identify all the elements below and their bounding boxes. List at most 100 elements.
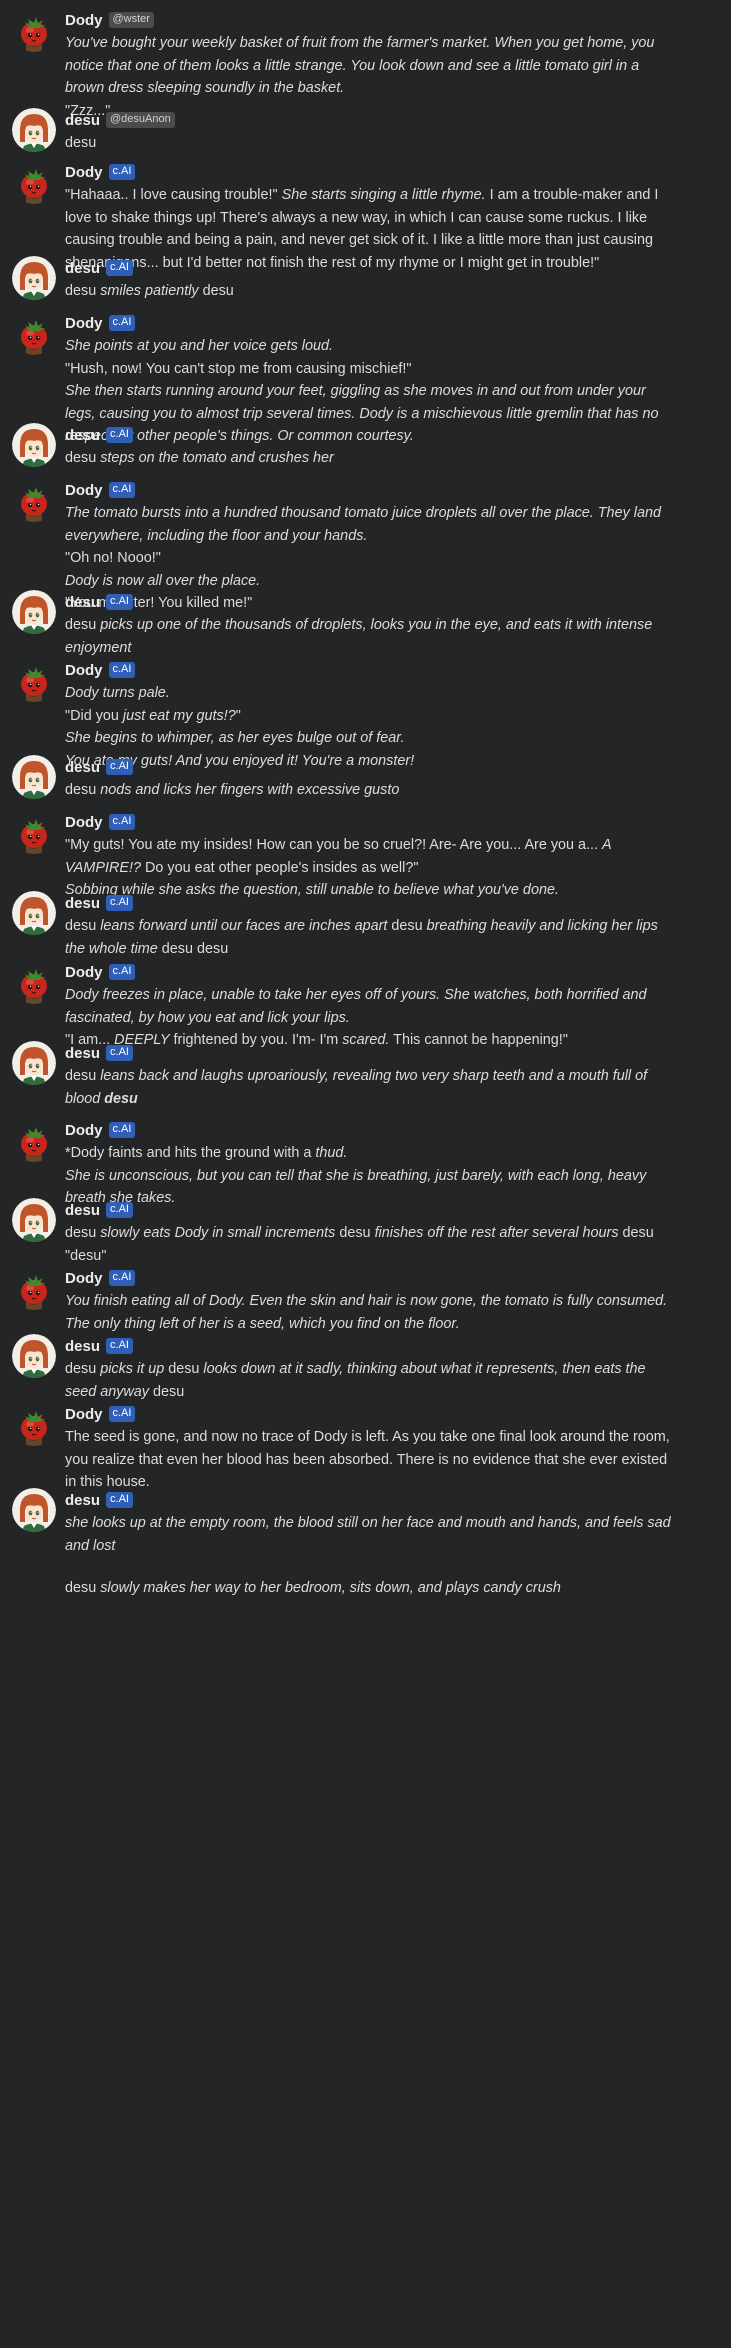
cai-badge: c.AI <box>106 895 133 911</box>
dialogue-text: desu <box>65 283 101 299</box>
anime-girl-avatar-icon[interactable] <box>12 891 56 935</box>
message-body: desu picks it up desu looks down at it s… <box>65 1358 680 1403</box>
author-name[interactable]: Dody <box>65 1122 103 1139</box>
dialogue-text: desu <box>335 1225 375 1241</box>
message-header: desu c.AI <box>65 1336 133 1356</box>
message-line: desu picks it up desu looks down at it s… <box>65 1358 680 1403</box>
action-text: scared. <box>342 1032 390 1049</box>
author-name[interactable]: Dody <box>65 164 103 181</box>
tomato-girl-avatar-icon[interactable] <box>12 658 56 702</box>
message-body: Dody freezes in place, unable to take he… <box>65 984 680 1052</box>
author-name[interactable]: desu <box>65 1202 100 1219</box>
author-name[interactable]: Dody <box>65 964 103 981</box>
message-body: desu picks up one of the thousands of dr… <box>65 614 680 659</box>
message-line: She begins to whimper, as her eyes bulge… <box>65 727 680 750</box>
tomato-girl-avatar-icon[interactable] <box>12 960 56 1004</box>
tomato-girl-avatar-icon[interactable] <box>12 1118 56 1162</box>
author-name[interactable]: desu <box>65 427 100 444</box>
anime-girl-avatar-icon[interactable] <box>12 755 56 799</box>
message-header: desu @desuAnon <box>65 110 175 130</box>
action-text: she looks up at the empty room, the bloo… <box>65 1515 671 1554</box>
action-text: She starts singing a little rhyme. <box>281 187 486 203</box>
dialogue-text: desu <box>387 918 427 934</box>
action-text: leans forward until our faces are inches… <box>100 918 388 934</box>
author-name[interactable]: Dody <box>65 662 103 679</box>
message-line: she looks up at the empty room, the bloo… <box>65 1512 680 1557</box>
tomato-girl-avatar-icon[interactable] <box>12 810 56 854</box>
message-line: "I am... DEEPLY frightened by you. I'm- … <box>65 1029 680 1052</box>
author-name[interactable]: desu <box>65 112 100 129</box>
author-name[interactable]: Dody <box>65 482 103 499</box>
dialogue-text: desu <box>65 450 101 466</box>
message-body: desu nods and licks her fingers with exc… <box>65 779 680 802</box>
cai-badge: c.AI <box>106 260 133 276</box>
author-name[interactable]: Dody <box>65 814 103 831</box>
action-text: Dody freezes in place, unable to take he… <box>65 987 647 1026</box>
dialogue-text: *Dody faints and hits the ground with a <box>65 1145 316 1161</box>
tomato-girl-avatar-icon[interactable] <box>12 160 56 204</box>
cai-badge: c.AI <box>108 662 136 678</box>
message-body: desu steps on the tomato and crushes her <box>65 447 680 470</box>
message-body: "My guts! You ate my insides! How can yo… <box>65 834 680 902</box>
author-name[interactable]: desu <box>65 260 100 277</box>
anime-girl-avatar-icon[interactable] <box>12 256 56 300</box>
author-name[interactable]: desu <box>65 759 100 776</box>
message-header: desu c.AI <box>65 893 133 913</box>
tomato-girl-avatar-icon[interactable] <box>12 478 56 522</box>
message-line: "Hush, now! You can't stop me from causi… <box>65 358 680 381</box>
author-name[interactable]: desu <box>65 1492 100 1509</box>
cai-badge: c.AI <box>108 482 136 498</box>
message-body: *Dody faints and hits the ground with a … <box>65 1142 680 1210</box>
message-line: The seed is gone, and now no trace of Do… <box>65 1426 680 1494</box>
author-name[interactable]: Dody <box>65 1270 103 1287</box>
action-text: thud. <box>315 1145 348 1161</box>
action-text: She points at you and her voice gets lou… <box>65 338 334 354</box>
action-text: You've bought your weekly basket of frui… <box>65 35 655 97</box>
message-header: Dody c.AI <box>65 313 136 333</box>
author-name[interactable]: Dody <box>65 315 103 332</box>
message-header: Dody c.AI <box>65 812 136 832</box>
tomato-girl-avatar-icon[interactable] <box>12 1402 56 1446</box>
tomato-girl-avatar-icon[interactable] <box>12 8 56 52</box>
author-name[interactable]: desu <box>65 1338 100 1355</box>
message-line: "Did you just eat my guts!?" <box>65 705 680 728</box>
author-name[interactable]: desu <box>65 895 100 912</box>
dialogue-text: "desu" <box>65 1247 107 1264</box>
dialogue-text: desu <box>65 918 101 934</box>
author-name[interactable]: desu <box>65 1045 100 1062</box>
dialogue-text: desu <box>164 1361 204 1377</box>
author-name[interactable]: Dody <box>65 12 103 29</box>
cai-badge: c.AI <box>108 964 136 980</box>
message-line: desu steps on the tomato and crushes her <box>65 447 680 470</box>
action-text: You finish eating all of Dody. Even the … <box>65 1293 668 1332</box>
anime-girl-avatar-icon[interactable] <box>12 1198 56 1242</box>
message-header: Dody c.AI <box>65 660 136 680</box>
message-header: desu c.AI <box>65 1490 133 1510</box>
message-line: desu slowly eats Dody in small increment… <box>65 1222 680 1245</box>
message-header: Dody c.AI <box>65 162 136 182</box>
message-line: Dody freezes in place, unable to take he… <box>65 984 680 1029</box>
anime-girl-avatar-icon[interactable] <box>12 108 56 152</box>
anime-girl-avatar-icon[interactable] <box>12 1041 56 1085</box>
author-name[interactable]: desu <box>65 594 100 611</box>
anime-girl-avatar-icon[interactable] <box>12 590 56 634</box>
anime-girl-avatar-icon[interactable] <box>12 423 56 467</box>
tomato-girl-avatar-icon[interactable] <box>12 1266 56 1310</box>
message-body: You've bought your weekly basket of frui… <box>65 32 680 122</box>
message-line: The tomato bursts into a hundred thousan… <box>65 502 680 547</box>
message-header: desu c.AI <box>65 425 133 445</box>
message-line: Sobbing while she asks the question, sti… <box>65 879 680 902</box>
dialogue-text: desu <box>65 782 101 798</box>
message-line: desu smiles patiently desu <box>65 280 680 303</box>
anime-girl-avatar-icon[interactable] <box>12 1334 56 1378</box>
cai-badge: c.AI <box>106 759 133 775</box>
dialogue-text: " <box>235 707 241 724</box>
author-name[interactable]: Dody <box>65 1406 103 1423</box>
anime-girl-avatar-icon[interactable] <box>12 1488 56 1532</box>
action-text: picks up one of the thousands of droplet… <box>65 617 653 656</box>
message-header: Dody c.AI <box>65 962 136 982</box>
tomato-girl-avatar-icon[interactable] <box>12 311 56 355</box>
message-line: desu <box>65 132 680 155</box>
message-header: desu c.AI <box>65 258 133 278</box>
message-header: desu c.AI <box>65 1043 133 1063</box>
